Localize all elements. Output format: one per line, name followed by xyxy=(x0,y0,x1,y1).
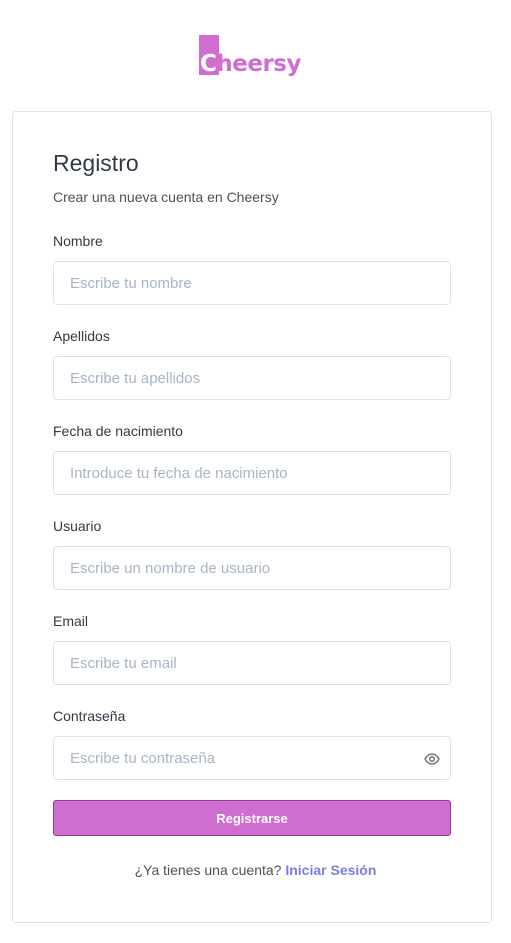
username-input[interactable] xyxy=(54,547,450,589)
brand-logo: Cheersy xyxy=(199,35,305,79)
apellidos-input[interactable] xyxy=(54,357,450,399)
eye-icon[interactable] xyxy=(424,751,440,767)
logo-wordmark: Cheersy xyxy=(200,51,302,77)
page-subtitle: Crear una nueva cuenta en Cheersy xyxy=(53,189,279,205)
apellidos-field-box xyxy=(53,356,451,400)
register-button[interactable]: Registrarse xyxy=(53,800,451,836)
password-input[interactable] xyxy=(54,737,450,779)
nombre-label: Nombre xyxy=(53,233,103,249)
email-field-box xyxy=(53,641,451,685)
apellidos-label: Apellidos xyxy=(53,328,110,344)
fecha-field-box xyxy=(53,451,451,495)
nombre-field-box xyxy=(53,261,451,305)
page-title: Registro xyxy=(53,150,139,176)
fecha-label: Fecha de nacimiento xyxy=(53,423,183,439)
usuario-field-box xyxy=(53,546,451,590)
password-field-box xyxy=(53,736,451,780)
nombre-input[interactable] xyxy=(54,262,450,304)
password-label: Contraseña xyxy=(53,708,126,724)
email-label: Email xyxy=(53,613,89,629)
login-prompt-text: ¿Ya tienes una cuenta? xyxy=(134,862,282,878)
email-input[interactable] xyxy=(54,642,450,684)
login-link[interactable]: Iniciar Sesión xyxy=(285,862,376,878)
usuario-label: Usuario xyxy=(53,518,102,534)
birthdate-input[interactable] xyxy=(54,452,450,494)
login-prompt: ¿Ya tienes una cuenta? Iniciar Sesión xyxy=(0,862,511,878)
